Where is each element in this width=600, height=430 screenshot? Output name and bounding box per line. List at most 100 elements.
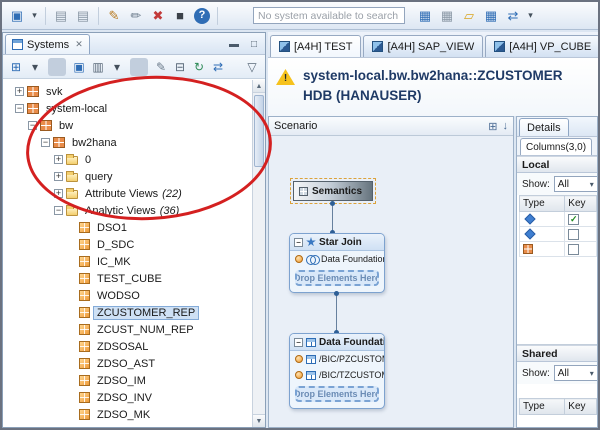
tree-item[interactable]: ZDSOSAL: [3, 338, 252, 355]
window-icon[interactable]: ▦: [437, 6, 457, 26]
help-icon[interactable]: ?: [194, 8, 210, 24]
search-input[interactable]: [253, 7, 405, 24]
tree-item[interactable]: − system-local: [3, 100, 252, 117]
editor-tab[interactable]: [A4H] VP_CUBE: [485, 35, 598, 57]
column-header-key[interactable]: Key: [565, 196, 597, 212]
toolbar-icon[interactable]: [98, 7, 99, 25]
tree-item[interactable]: + 0: [3, 151, 252, 168]
toolbar-icon[interactable]: [217, 7, 218, 25]
refresh-icon[interactable]: ↻: [190, 58, 208, 76]
systems-toolbar-icon[interactable]: [48, 58, 66, 76]
pen-icon[interactable]: ✎: [104, 6, 124, 26]
systems-toolbar-icon[interactable]: [130, 58, 148, 76]
fit-screen-icon[interactable]: ⊞: [488, 120, 497, 133]
open-folder-icon[interactable]: ▱: [459, 6, 479, 26]
drop-zone[interactable]: Drop Elements Here: [295, 386, 379, 402]
tree-item[interactable]: − Analytic Views (36): [3, 202, 252, 219]
tree-expander-icon[interactable]: +: [54, 155, 63, 164]
semantics-node[interactable]: Semantics: [293, 181, 373, 201]
save-icon[interactable]: ▣: [7, 6, 27, 26]
column-header-type[interactable]: Type: [520, 399, 565, 415]
drop-zone[interactable]: Drop Elements Here: [295, 270, 379, 286]
system-icon[interactable]: ▣: [70, 58, 88, 76]
edit-tools-icon[interactable]: ✏: [126, 6, 146, 26]
tab-systems[interactable]: Systems ✕: [5, 34, 90, 54]
scenario-canvas[interactable]: Semantics − Star Join: [269, 137, 513, 427]
maximize-view-icon[interactable]: □: [246, 36, 262, 52]
navigate-down-icon[interactable]: ↓: [503, 120, 509, 132]
scroll-down-icon[interactable]: ▼: [253, 414, 265, 427]
tree-expander-icon[interactable]: +: [54, 189, 63, 198]
scrollbar-thumb[interactable]: [254, 95, 264, 167]
collapse-icon[interactable]: −: [294, 338, 303, 347]
key-checkbox[interactable]: ✓: [568, 214, 579, 225]
new-window-icon[interactable]: ▦: [415, 6, 435, 26]
scenario-header: Scenario ⊞ ↓: [269, 117, 513, 136]
collapse-icon[interactable]: −: [294, 238, 303, 247]
close-icon[interactable]: ✕: [75, 39, 83, 50]
show-filter-select[interactable]: All ▾: [554, 176, 598, 192]
column-row[interactable]: ✓: [520, 212, 597, 227]
tree-expander-icon[interactable]: +: [54, 172, 63, 181]
column-header-type[interactable]: Type: [520, 196, 565, 212]
tree-item[interactable]: IC_MK: [3, 253, 252, 270]
data-foundation-node[interactable]: − Data Foundation /BIC/PZCUSTOMER: [289, 333, 385, 409]
save-dropdown-icon[interactable]: ▾: [29, 6, 40, 26]
tree-item[interactable]: + Attribute Views (22): [3, 185, 252, 202]
view-menu-icon[interactable]: ▽: [243, 58, 261, 76]
node-row[interactable]: /BIC/PZCUSTOMER: [290, 351, 384, 367]
minimize-view-icon[interactable]: ▬: [226, 36, 242, 52]
tree-expander-icon[interactable]: −: [41, 138, 50, 147]
node-row[interactable]: Data Foundation: [290, 251, 384, 267]
show-filter-select[interactable]: All ▾: [554, 365, 598, 381]
toolbar-icon[interactable]: [45, 7, 46, 25]
tree-expander-icon[interactable]: −: [15, 104, 24, 113]
tree-item[interactable]: ZDSO_IM: [3, 372, 252, 389]
tree-item[interactable]: TEST_CUBE: [3, 270, 252, 287]
tree-item[interactable]: − bw2hana: [3, 134, 252, 151]
column-row[interactable]: [520, 227, 597, 242]
tree-expander-icon[interactable]: −: [54, 206, 63, 215]
collapse-all-icon[interactable]: ⊟: [171, 58, 189, 76]
local-section-header[interactable]: Local: [517, 156, 597, 173]
key-checkbox[interactable]: [568, 244, 579, 255]
delete-icon[interactable]: ✖: [148, 6, 168, 26]
link-editor-icon[interactable]: ⇄: [209, 58, 227, 76]
swap-icon[interactable]: ⇄: [503, 6, 523, 26]
filter-icon[interactable]: ▥: [89, 58, 107, 76]
column-row[interactable]: [520, 242, 597, 257]
tree-item[interactable]: ZDSO_AST: [3, 355, 252, 372]
tree-scrollbar[interactable]: ▲ ▼: [252, 80, 265, 427]
save-all-icon[interactable]: ▤: [51, 6, 71, 26]
tree-item[interactable]: WODSO: [3, 287, 252, 304]
stop-icon[interactable]: ■: [170, 6, 190, 26]
tree-item[interactable]: ZDSO_INV: [3, 389, 252, 406]
add-system-icon[interactable]: ⊞: [7, 58, 25, 76]
tree-item[interactable]: − bw: [3, 117, 252, 134]
tree-item[interactable]: DSO1: [3, 219, 252, 236]
add-system-dropdown-icon[interactable]: ▾: [26, 58, 44, 76]
shared-section-header[interactable]: Shared: [517, 345, 597, 362]
more-dropdown-icon[interactable]: ▾: [525, 6, 536, 26]
tab-columns[interactable]: Columns(3,0): [520, 138, 592, 155]
pen-icon[interactable]: ✎: [152, 58, 170, 76]
scroll-up-icon[interactable]: ▲: [253, 80, 265, 93]
editor-tab[interactable]: [A4H] TEST: [270, 35, 361, 57]
column-header-key[interactable]: Key: [565, 399, 597, 415]
tree-item[interactable]: ZDSO_MK: [3, 406, 252, 423]
filter-dropdown-icon[interactable]: ▾: [108, 58, 126, 76]
node-row[interactable]: /BIC/TZCUSTOMER (: [290, 367, 384, 383]
print-icon[interactable]: ▤: [73, 6, 93, 26]
tree-item[interactable]: + svk: [3, 83, 252, 100]
tree-item[interactable]: ZCUSTOMER_REP: [3, 304, 252, 321]
grid-view-icon[interactable]: ▦: [481, 6, 501, 26]
tree-item[interactable]: ZCUST_NUM_REP: [3, 321, 252, 338]
tree-expander-icon[interactable]: −: [28, 121, 37, 130]
star-join-node[interactable]: − Star Join Data Foundation: [289, 233, 385, 293]
key-checkbox[interactable]: [568, 229, 579, 240]
tree-expander-icon[interactable]: +: [15, 87, 24, 96]
editor-tab[interactable]: [A4H] SAP_VIEW: [363, 35, 483, 57]
tree-item[interactable]: + query: [3, 168, 252, 185]
tree-item[interactable]: D_SDC: [3, 236, 252, 253]
tab-details[interactable]: Details: [519, 118, 569, 136]
